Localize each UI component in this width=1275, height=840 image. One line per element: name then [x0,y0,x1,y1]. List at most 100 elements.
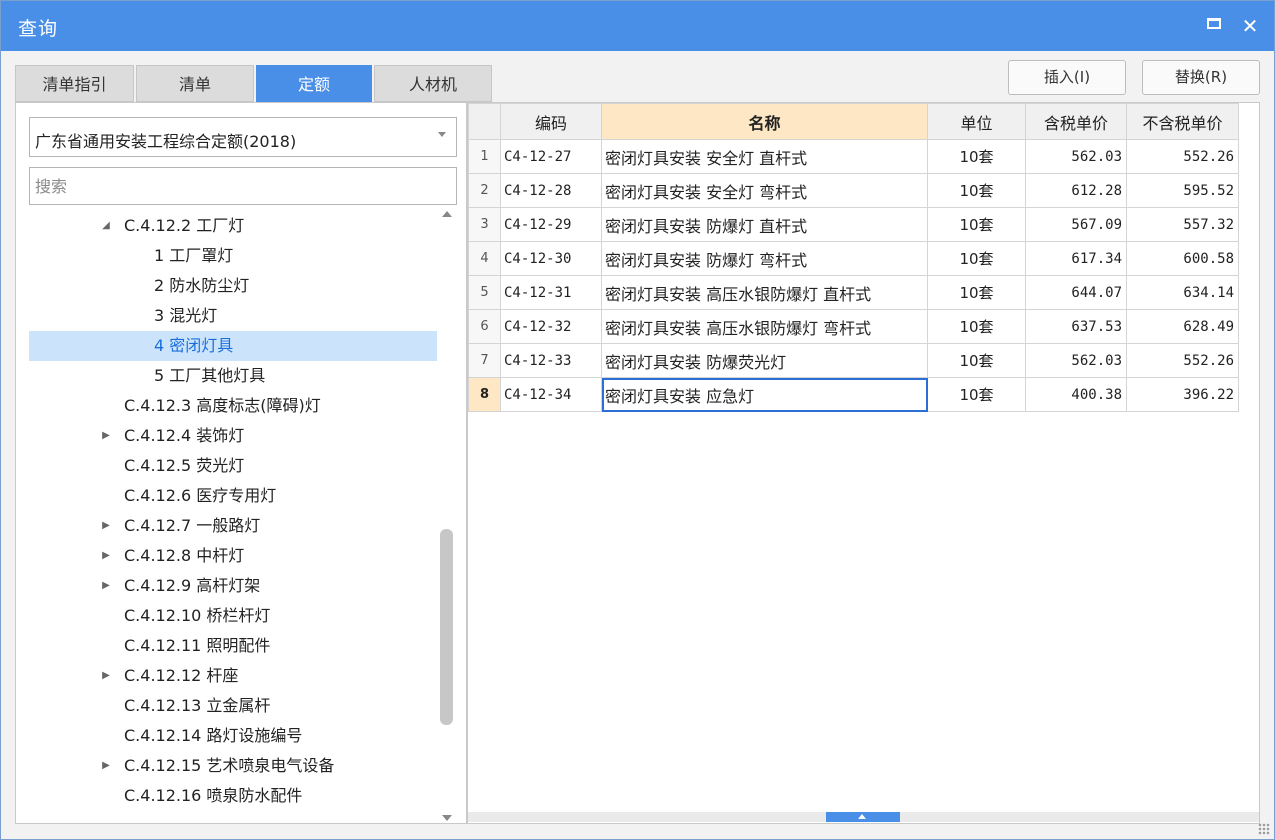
tree-item[interactable]: C.4.12.6 医疗专用灯 [29,481,437,511]
tree-item[interactable]: C.4.12.14 路灯设施编号 [29,721,437,751]
cell-code[interactable]: C4-12-29 [500,207,602,242]
expanded-arrow-icon[interactable]: ◢ [100,211,112,241]
row-index[interactable]: 6 [468,309,501,344]
search-input[interactable] [29,167,457,205]
cell-price-tax[interactable]: 644.07 [1025,275,1127,310]
table-row[interactable]: 1 C4-12-27 密闭灯具安装 安全灯 直杆式 10套 562.03 552.26 [468,139,1239,174]
row-index[interactable]: 3 [468,207,501,242]
tab-labor-material-machine[interactable]: 人材机 [374,65,492,102]
resize-grip-icon[interactable] [1258,823,1270,835]
table-row[interactable]: 3 C4-12-29 密闭灯具安装 防爆灯 直杆式 10套 567.09 557.32 [468,207,1239,242]
cell-price-notax[interactable]: 600.58 [1126,241,1239,276]
cell-name[interactable]: 密闭灯具安装 应急灯 [601,377,928,412]
row-index[interactable]: 1 [468,139,501,174]
tree-item[interactable]: 4 密闭灯具 [29,331,437,361]
cell-price-tax[interactable]: 612.28 [1025,173,1127,208]
cell-price-notax[interactable]: 628.49 [1126,309,1239,344]
table-row[interactable]: 6 C4-12-32 密闭灯具安装 高压水银防爆灯 弯杆式 10套 637.53 628.… [468,309,1239,344]
tree-item[interactable]: 1 工厂罩灯 [29,241,437,271]
cell-price-notax[interactable]: 396.22 [1126,377,1239,412]
cell-code[interactable]: C4-12-27 [500,139,602,174]
chevron-down-icon[interactable] [438,132,446,137]
cell-name[interactable]: 密闭灯具安装 安全灯 直杆式 [601,139,928,174]
cell-code[interactable]: C4-12-28 [500,173,602,208]
splitter-handle[interactable] [826,812,900,822]
cell-unit[interactable]: 10套 [927,139,1026,174]
cell-price-tax[interactable]: 562.03 [1025,139,1127,174]
cell-name[interactable]: 密闭灯具安装 防爆灯 弯杆式 [601,241,928,276]
row-index[interactable]: 5 [468,275,501,310]
tab-list-guide[interactable]: 清单指引 [15,65,134,102]
tree-item[interactable]: ▶ C.4.12.9 高杆灯架 [29,571,437,601]
cell-price-notax[interactable]: 634.14 [1126,275,1239,310]
tree-item[interactable]: C.4.12.10 桥栏杆灯 [29,601,437,631]
insert-button[interactable]: 插入(I) [1008,60,1126,95]
row-index[interactable]: 4 [468,241,501,276]
maximize-icon[interactable] [1207,18,1221,29]
cell-unit[interactable]: 10套 [927,377,1026,412]
title-bar[interactable]: 查询 ✕ [1,1,1274,51]
header-unit[interactable]: 单位 [927,103,1026,140]
tree-item[interactable]: 3 混光灯 [29,301,437,331]
header-price-notax[interactable]: 不含税单价 [1126,103,1239,140]
cell-code[interactable]: C4-12-34 [500,377,602,412]
collapsed-arrow-icon[interactable]: ▶ [100,661,112,691]
tree-item[interactable]: C.4.12.11 照明配件 [29,631,437,661]
cell-price-tax[interactable]: 617.34 [1025,241,1127,276]
cell-price-tax[interactable]: 562.03 [1025,343,1127,378]
tree-item[interactable]: ▶ C.4.12.8 中杆灯 [29,541,437,571]
scroll-up-icon[interactable] [442,211,452,217]
tree-item[interactable]: C.4.12.16 喷泉防水配件 [29,781,437,811]
tree-item[interactable]: 5 工厂其他灯具 [29,361,437,391]
cell-price-notax[interactable]: 557.32 [1126,207,1239,242]
cell-code[interactable]: C4-12-33 [500,343,602,378]
cell-name[interactable]: 密闭灯具安装 安全灯 弯杆式 [601,173,928,208]
header-code[interactable]: 编码 [500,103,602,140]
replace-button[interactable]: 替换(R) [1142,60,1260,95]
row-index[interactable]: 7 [468,343,501,378]
cell-code[interactable]: C4-12-31 [500,275,602,310]
cell-price-notax[interactable]: 552.26 [1126,139,1239,174]
row-index[interactable]: 8 [468,377,501,412]
cell-price-tax[interactable]: 567.09 [1025,207,1127,242]
tree-scrollbar[interactable] [438,211,456,823]
tree-item[interactable]: ▶ C.4.12.15 艺术喷泉电气设备 [29,751,437,781]
collapsed-arrow-icon[interactable]: ▶ [100,511,112,541]
table-row[interactable]: 8 C4-12-34 密闭灯具安装 应急灯 10套 400.38 396.22 [468,377,1239,412]
cell-price-notax[interactable]: 552.26 [1126,343,1239,378]
collapsed-arrow-icon[interactable]: ▶ [100,571,112,601]
table-row[interactable]: 5 C4-12-31 密闭灯具安装 高压水银防爆灯 直杆式 10套 644.07 634.… [468,275,1239,310]
grid-h-scrollbar[interactable] [468,812,1259,822]
tree-item[interactable]: C.4.12.3 高度标志(障碍)灯 [29,391,437,421]
tree-item[interactable]: C.4.12.13 立金属杆 [29,691,437,721]
scroll-thumb[interactable] [440,529,453,725]
cell-unit[interactable]: 10套 [927,275,1026,310]
library-select[interactable]: 广东省通用安装工程综合定额(2018) [29,117,457,157]
tab-quota[interactable]: 定额 [256,65,372,102]
cell-unit[interactable]: 10套 [927,343,1026,378]
cell-price-tax[interactable]: 400.38 [1025,377,1127,412]
cell-name[interactable]: 密闭灯具安装 防爆灯 直杆式 [601,207,928,242]
tree-item[interactable]: ◢ C.4.12.2 工厂灯 [29,211,437,241]
table-row[interactable]: 2 C4-12-28 密闭灯具安装 安全灯 弯杆式 10套 612.28 595.52 [468,173,1239,208]
cell-unit[interactable]: 10套 [927,173,1026,208]
tree-item[interactable]: ▶ C.4.12.7 一般路灯 [29,511,437,541]
cell-code[interactable]: C4-12-32 [500,309,602,344]
cell-unit[interactable]: 10套 [927,309,1026,344]
row-index[interactable]: 2 [468,173,501,208]
cell-unit[interactable]: 10套 [927,241,1026,276]
tab-list[interactable]: 清单 [136,65,254,102]
table-row[interactable]: 7 C4-12-33 密闭灯具安装 防爆荧光灯 10套 562.03 552.26 [468,343,1239,378]
cell-price-notax[interactable]: 595.52 [1126,173,1239,208]
header-name[interactable]: 名称 [601,103,928,140]
collapsed-arrow-icon[interactable]: ▶ [100,751,112,781]
cell-name[interactable]: 密闭灯具安装 高压水银防爆灯 直杆式 [601,275,928,310]
scroll-down-icon[interactable] [442,815,452,821]
cell-price-tax[interactable]: 637.53 [1025,309,1127,344]
tree-item[interactable]: ▶ C.4.12.4 装饰灯 [29,421,437,451]
collapsed-arrow-icon[interactable]: ▶ [100,541,112,571]
close-icon[interactable]: ✕ [1238,14,1262,38]
cell-code[interactable]: C4-12-30 [500,241,602,276]
cell-name[interactable]: 密闭灯具安装 防爆荧光灯 [601,343,928,378]
tree-item[interactable]: C.4.12.5 荧光灯 [29,451,437,481]
